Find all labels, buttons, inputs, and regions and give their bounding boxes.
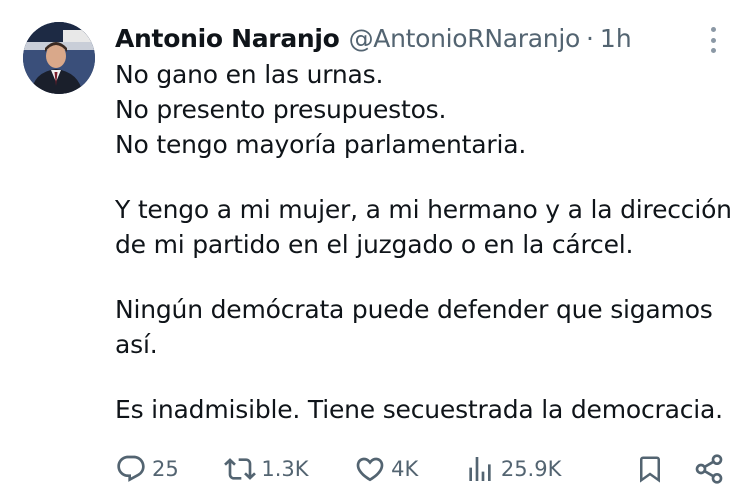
tweet-text-blank [115,162,735,192]
like-count: 4K [391,457,419,481]
more-dot [710,27,716,32]
repost-count: 1.3K [261,457,309,481]
views-count: 25.9K [500,457,562,481]
more-dot [710,48,716,53]
reply-button[interactable]: 25 [115,453,179,485]
reply-icon [117,455,145,482]
tweet-text: No gano en las urnas. No presento presup… [115,57,735,427]
timestamp[interactable]: 1h [600,24,632,53]
tweet-text-blank [115,262,735,292]
repost-button[interactable]: 1.3K [224,453,309,485]
tweet-text-blank [115,362,735,392]
repost-icon [224,458,257,480]
tweet-text-line: No tengo mayoría parlamentaria. [115,130,527,159]
author-name[interactable]: Antonio Naranjo [115,24,340,53]
more-vertical-icon[interactable] [702,25,724,55]
tweet-header: Antonio Naranjo @AntonioRNaranjo · 1h [115,20,632,56]
views-icon [469,457,491,481]
share-icon [695,454,723,484]
separator-dot: · [585,23,594,53]
tweet-text-line: No presento presupuestos. [115,95,447,124]
tweet-text-line: Es inadmisible. Tiene secuestrada la dem… [115,395,723,424]
heart-icon [356,457,384,482]
tweet-text-line: No gano en las urnas. [115,60,384,89]
views-button[interactable]: 25.9K [464,453,562,485]
avatar[interactable] [23,22,95,94]
tweet: Antonio Naranjo @AntonioRNaranjo · 1h No… [0,0,750,494]
more-dot [710,37,716,43]
author-handle[interactable]: @AntonioRNaranjo [349,24,581,53]
bookmark-icon [639,456,660,483]
avatar-image [23,22,95,94]
action-bar: 25 1.3K 4K 25.9K [115,451,725,487]
tweet-text-line: así. [115,330,158,359]
tweet-text-line: Y tengo a mi mujer, a mi hermano y a la … [115,195,732,224]
tweet-text-line: de mi partido en el juzgado o en la cárc… [115,230,634,259]
secondary-actions [607,453,725,485]
reply-count: 25 [152,457,179,481]
tweet-text-line: Ningún demócrata puede defender que siga… [115,295,713,324]
share-button[interactable] [693,453,725,485]
like-button[interactable]: 4K [354,453,418,485]
bookmark-button[interactable] [635,453,665,485]
